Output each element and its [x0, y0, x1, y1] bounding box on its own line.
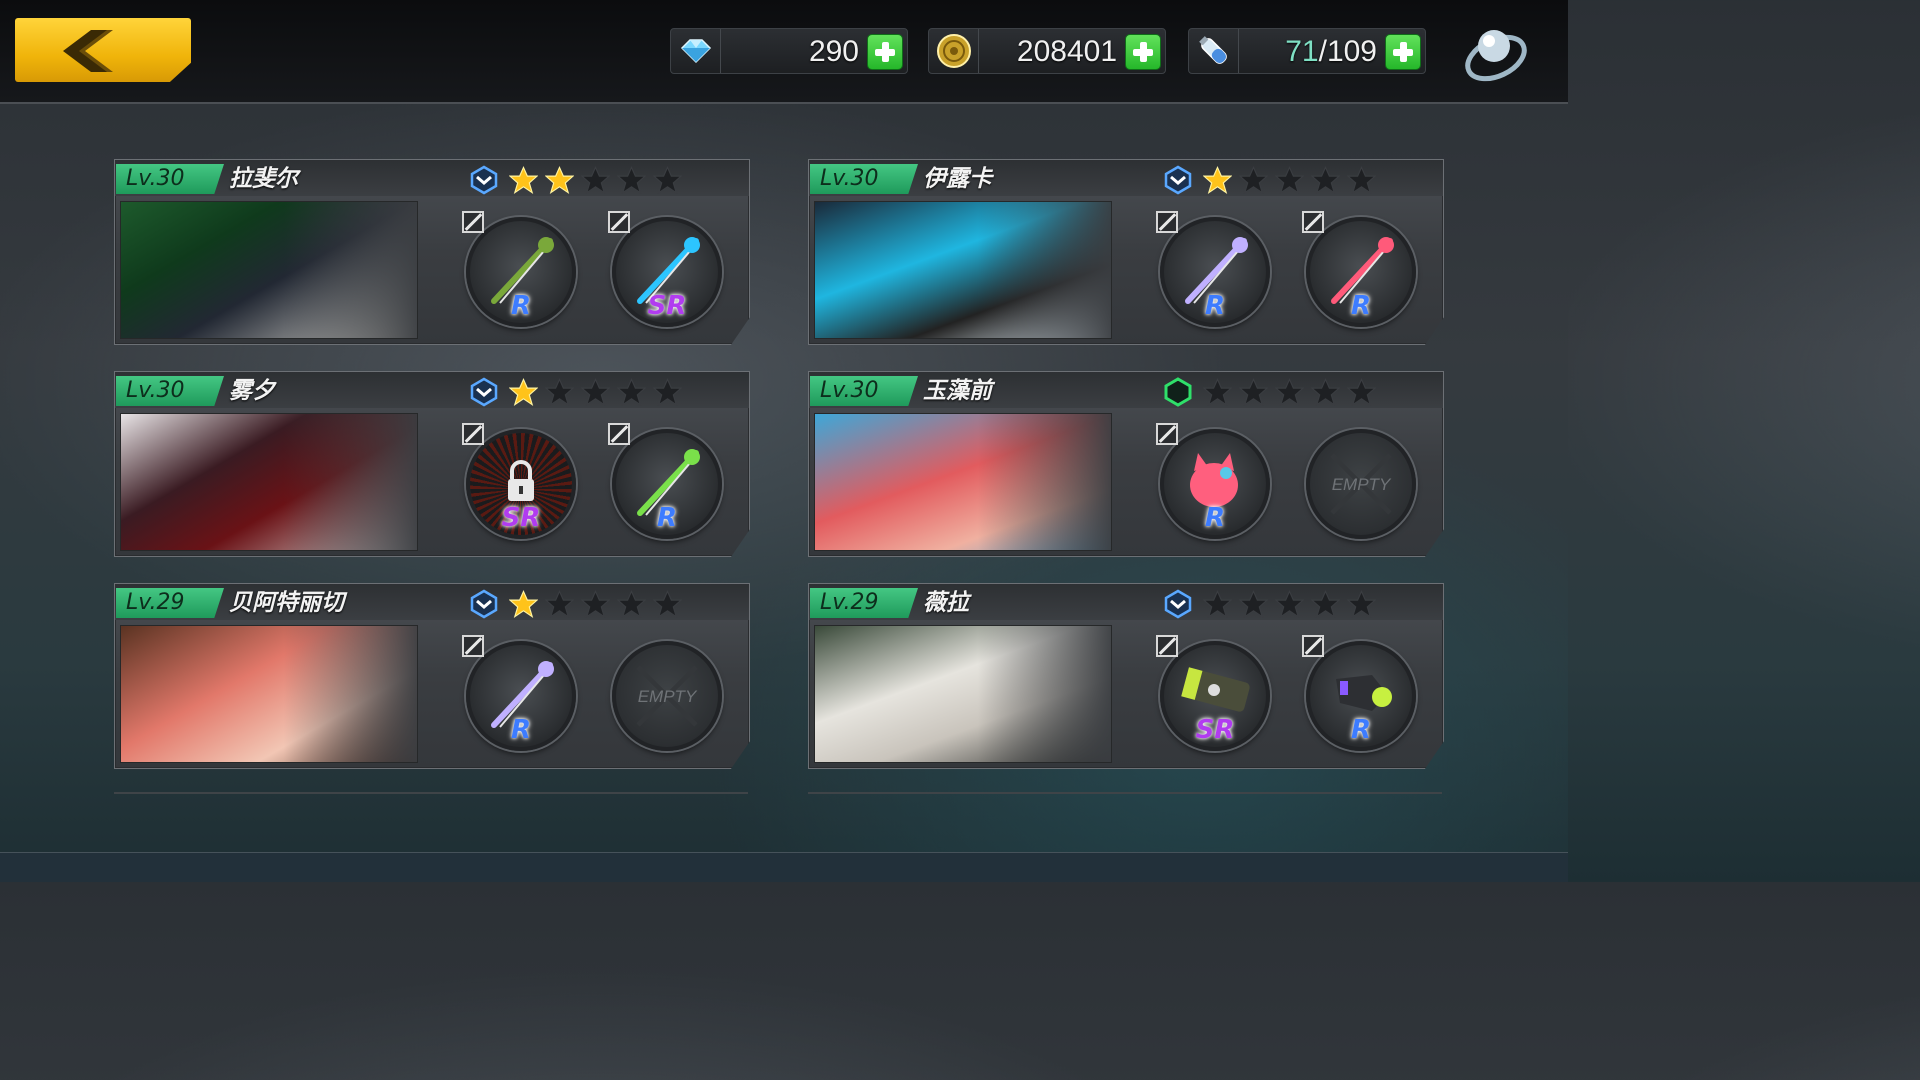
equip-slot[interactable]: R	[1156, 423, 1270, 539]
character-name: 玉藻前	[923, 378, 992, 404]
edit-icon[interactable]	[608, 211, 630, 233]
edit-icon[interactable]	[462, 635, 484, 657]
level-tag: Lv.29	[116, 588, 224, 618]
character-name: 雾夕	[229, 378, 275, 404]
character-name: 伊露卡	[923, 166, 992, 192]
stamina-value: 71/109	[1285, 35, 1377, 69]
crystal-counter: 290	[670, 28, 908, 74]
rarity-label: R	[1350, 715, 1372, 745]
rarity-label: R	[510, 291, 532, 321]
rarity-label: SR	[1195, 715, 1235, 745]
card-header: Lv.29 薇拉	[809, 584, 1443, 620]
gold-value: 208401	[1016, 35, 1117, 68]
equip-slot[interactable]: R	[462, 211, 576, 327]
character-portrait[interactable]	[120, 625, 418, 763]
crystal-icon	[671, 29, 721, 73]
star-rating	[509, 166, 682, 194]
equip-slot[interactable]: SR	[462, 423, 576, 539]
character-name: 贝阿特丽切	[229, 590, 344, 616]
portrait-fade	[815, 626, 1111, 762]
edit-icon[interactable]	[608, 423, 630, 445]
character-name: 薇拉	[923, 590, 969, 616]
star-rating	[509, 378, 682, 406]
star-rating	[509, 590, 682, 618]
edit-icon[interactable]	[1156, 635, 1178, 657]
portrait-fade	[815, 414, 1111, 550]
add-crystal-button[interactable]	[867, 34, 903, 70]
edit-icon[interactable]	[462, 423, 484, 445]
portrait-fade	[121, 202, 417, 338]
rarity-label: R	[1350, 291, 1372, 321]
edit-icon[interactable]	[1156, 423, 1178, 445]
equip-slot[interactable]: SR	[1156, 635, 1270, 751]
card-header: Lv.29 贝阿特丽切	[115, 584, 749, 620]
rarity-label: R	[1204, 503, 1226, 533]
edit-icon[interactable]	[462, 211, 484, 233]
crystal-value: 290	[808, 35, 859, 68]
portrait-fade	[815, 202, 1111, 338]
character-card[interactable]: Lv.30 拉斐尔 R SR	[114, 159, 750, 345]
character-portrait[interactable]	[120, 201, 418, 339]
card-header: Lv.30 拉斐尔	[115, 160, 749, 196]
star-rating	[1203, 378, 1376, 406]
rarity-label: R	[510, 715, 532, 745]
add-gold-button[interactable]	[1125, 34, 1161, 70]
edit-icon[interactable]	[1156, 211, 1178, 233]
empty-slot-label: EMPTY	[1331, 475, 1391, 494]
divider	[808, 792, 1442, 794]
card-header: Lv.30 雾夕	[115, 372, 749, 408]
card-header: Lv.30 伊露卡	[809, 160, 1443, 196]
back-button[interactable]	[15, 18, 191, 82]
empty-slot-label: EMPTY	[637, 687, 697, 706]
character-name: 拉斐尔	[229, 166, 298, 192]
level-tag: Lv.30	[116, 376, 224, 406]
rarity-label: SR	[647, 291, 687, 321]
empty-equip-slot[interactable]: EMPTY	[612, 641, 722, 751]
gold-coin-icon	[929, 29, 979, 73]
level-tag: Lv.30	[116, 164, 224, 194]
portrait-fade	[121, 414, 417, 550]
equip-slot[interactable]: R	[608, 423, 722, 539]
character-portrait[interactable]	[814, 201, 1112, 339]
orb-menu-icon[interactable]	[1462, 22, 1530, 86]
stamina-separator: /	[1318, 35, 1327, 68]
card-header: Lv.30 玉藻前	[809, 372, 1443, 408]
character-card[interactable]: Lv.29 薇拉 SR R	[808, 583, 1444, 769]
rarity-label: SR	[501, 503, 541, 533]
equip-slot[interactable]: R	[1302, 635, 1416, 751]
gold-counter: 208401	[928, 28, 1166, 74]
rarity-label: R	[656, 503, 678, 533]
stamina-potion-icon	[1189, 29, 1239, 73]
stamina-max: 109	[1326, 35, 1377, 68]
level-tag: Lv.30	[810, 164, 918, 194]
add-stamina-button[interactable]	[1385, 34, 1421, 70]
empty-equip-slot[interactable]: EMPTY	[1306, 429, 1416, 539]
divider	[114, 792, 748, 794]
character-portrait[interactable]	[814, 413, 1112, 551]
star-rating	[1203, 166, 1376, 194]
character-portrait[interactable]	[120, 413, 418, 551]
equip-slot[interactable]: R	[1156, 211, 1270, 327]
character-card[interactable]: Lv.29 贝阿特丽切 R EMPTY	[114, 583, 750, 769]
character-portrait[interactable]	[814, 625, 1112, 763]
equip-slot[interactable]: R	[1302, 211, 1416, 327]
footer-bar	[0, 852, 1568, 882]
character-card[interactable]: Lv.30 玉藻前 R EMPTY	[808, 371, 1444, 557]
equip-slot[interactable]: R	[462, 635, 576, 751]
equip-slot[interactable]: SR	[608, 211, 722, 327]
edit-icon[interactable]	[1302, 635, 1324, 657]
edit-icon[interactable]	[1302, 211, 1324, 233]
character-card[interactable]: Lv.30 雾夕 SR R	[114, 371, 750, 557]
portrait-fade	[121, 626, 417, 762]
star-rating	[1203, 590, 1376, 618]
character-card[interactable]: Lv.30 伊露卡 R R	[808, 159, 1444, 345]
stamina-current: 71	[1285, 35, 1319, 68]
stamina-counter: 71/109	[1188, 28, 1426, 74]
level-tag: Lv.29	[810, 588, 918, 618]
top-bar: 290 208401 71/109	[0, 0, 1568, 104]
chevron-left-icon	[63, 30, 113, 72]
level-tag: Lv.30	[810, 376, 918, 406]
rarity-label: R	[1204, 291, 1226, 321]
